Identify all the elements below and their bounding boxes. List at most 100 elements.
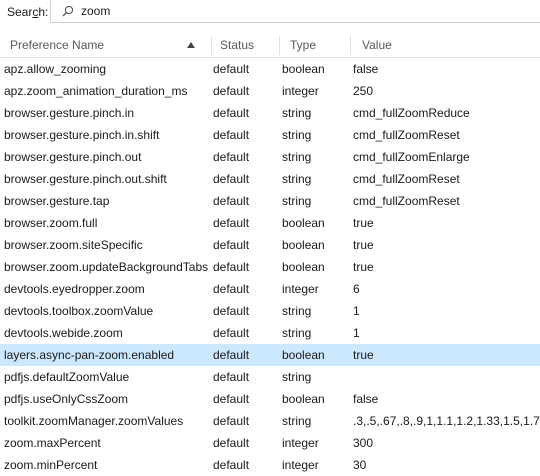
preference-name-cell: browser.zoom.updateBackgroundTabs (4, 260, 209, 274)
type-cell: integer (282, 84, 319, 98)
preference-name-cell: zoom.minPercent (4, 458, 98, 472)
value-cell: cmd_fullZoomReset (353, 172, 460, 186)
type-cell: boolean (282, 392, 325, 406)
table-row[interactable]: browser.zoom.full default boolean true (0, 212, 540, 234)
preference-name-cell: browser.zoom.siteSpecific (4, 238, 143, 252)
preference-name-cell: browser.gesture.pinch.out (4, 150, 142, 164)
preference-name-cell: pdfjs.defaultZoomValue (4, 370, 130, 384)
table-row[interactable]: devtools.toolbox.zoomValue default string 1 (0, 300, 540, 322)
search-box[interactable] (50, 0, 540, 23)
table-row[interactable]: pdfjs.defaultZoomValue default string (0, 366, 540, 388)
status-cell: default (213, 128, 250, 142)
column-header-preference-name[interactable]: Preference Name (10, 34, 104, 57)
table-row[interactable]: browser.zoom.siteSpecific default boolean t… (0, 234, 540, 256)
status-cell: default (213, 370, 250, 384)
preference-name-cell: browser.zoom.full (4, 216, 98, 230)
table-row[interactable]: browser.gesture.pinch.in.shift default str… (0, 124, 540, 146)
value-cell: true (353, 348, 374, 362)
table-row[interactable]: toolkit.zoomManager.zoomValues default str… (0, 410, 540, 432)
type-cell: boolean (282, 238, 325, 252)
search-label: Search: (7, 5, 49, 19)
column-resize-handle[interactable] (211, 36, 212, 55)
table-row[interactable]: devtools.webide.zoom default string 1 (0, 322, 540, 344)
value-cell: cmd_fullZoomReduce (353, 106, 470, 120)
preference-name-cell: toolkit.zoomManager.zoomValues (4, 414, 184, 428)
search-bar: Search: (0, 0, 540, 26)
status-cell: default (213, 392, 250, 406)
table-row[interactable]: apz.zoom_animation_duration_ms default int… (0, 80, 540, 102)
type-cell: boolean (282, 62, 325, 76)
type-cell: integer (282, 282, 319, 296)
value-cell: 1 (353, 304, 360, 318)
type-cell: string (282, 194, 312, 208)
value-cell: 300 (353, 436, 374, 450)
status-cell: default (213, 106, 250, 120)
type-cell: string (282, 370, 312, 384)
preference-name-cell: zoom.maxPercent (4, 436, 101, 450)
type-cell: string (282, 106, 312, 120)
status-cell: default (213, 436, 250, 450)
type-cell: string (282, 172, 312, 186)
value-cell: cmd_fullZoomReset (353, 128, 460, 142)
value-cell: .3,.5,.67,.8,.9,1,1.1,1.2,1.33,1.5,1.7,2… (353, 414, 540, 428)
type-cell: string (282, 326, 312, 340)
type-cell: boolean (282, 216, 325, 230)
type-cell: string (282, 150, 312, 164)
preference-name-cell: browser.gesture.pinch.in.shift (4, 128, 160, 142)
status-cell: default (213, 194, 250, 208)
table-row[interactable]: browser.zoom.updateBackgroundTabs default… (0, 256, 540, 278)
status-cell: default (213, 216, 250, 230)
preference-name-cell: devtools.toolbox.zoomValue (4, 304, 154, 318)
status-cell: default (213, 238, 250, 252)
table-row[interactable]: zoom.maxPercent default integer 300 (0, 432, 540, 454)
table-row[interactable]: layers.async-pan-zoom.enabled default bool… (0, 344, 540, 366)
table-row[interactable]: browser.gesture.pinch.out default string cm… (0, 146, 540, 168)
value-cell: true (353, 260, 374, 274)
value-cell (353, 366, 540, 388)
table-row[interactable]: pdfjs.useOnlyCssZoom default boolean false (0, 388, 540, 410)
column-header-value[interactable]: Value (362, 34, 392, 57)
table-row[interactable]: devtools.eyedropper.zoom default integer 6 (0, 278, 540, 300)
preference-name-cell: browser.gesture.tap (4, 194, 110, 208)
preference-name-cell: browser.gesture.pinch.in (4, 106, 135, 120)
preference-name-cell: pdfjs.useOnlyCssZoom (4, 392, 129, 406)
sort-ascending-arrow-icon (187, 42, 195, 48)
table-row[interactable]: apz.allow_zooming default boolean false (0, 58, 540, 80)
status-cell: default (213, 326, 250, 340)
column-resize-handle[interactable] (350, 36, 351, 55)
status-cell: default (213, 282, 250, 296)
status-cell: default (213, 260, 250, 274)
type-cell: integer (282, 436, 319, 450)
column-resize-handle[interactable] (279, 36, 280, 55)
status-cell: default (213, 172, 250, 186)
preference-name-cell: apz.zoom_animation_duration_ms (4, 84, 188, 98)
value-cell: 1 (353, 326, 360, 340)
value-cell: true (353, 238, 374, 252)
preference-name-cell: apz.allow_zooming (4, 62, 107, 76)
status-cell: default (213, 348, 250, 362)
status-cell: default (213, 458, 250, 472)
value-cell: 6 (353, 282, 360, 296)
column-header-status[interactable]: Status (220, 34, 254, 57)
type-cell: boolean (282, 348, 325, 362)
status-cell: default (213, 304, 250, 318)
preference-name-cell: devtools.webide.zoom (4, 326, 123, 340)
table-row[interactable]: browser.gesture.tap default string cmd_full… (0, 190, 540, 212)
type-cell: string (282, 128, 312, 142)
table-row[interactable]: zoom.minPercent default integer 30 (0, 454, 540, 476)
preference-name-cell: devtools.eyedropper.zoom (4, 282, 145, 296)
value-cell: cmd_fullZoomReset (353, 194, 460, 208)
preference-name-cell: layers.async-pan-zoom.enabled (4, 348, 175, 362)
value-cell: cmd_fullZoomEnlarge (353, 150, 470, 164)
status-cell: default (213, 414, 250, 428)
status-cell: default (213, 62, 250, 76)
column-header-type[interactable]: Type (290, 34, 316, 57)
search-input[interactable] (81, 2, 501, 20)
type-cell: string (282, 414, 312, 428)
table-row[interactable]: browser.gesture.pinch.out.shift default st… (0, 168, 540, 190)
type-cell: boolean (282, 260, 325, 274)
type-cell: string (282, 304, 312, 318)
table-row[interactable]: browser.gesture.pinch.in default string cmd… (0, 102, 540, 124)
status-cell: default (213, 150, 250, 164)
type-cell: integer (282, 458, 319, 472)
